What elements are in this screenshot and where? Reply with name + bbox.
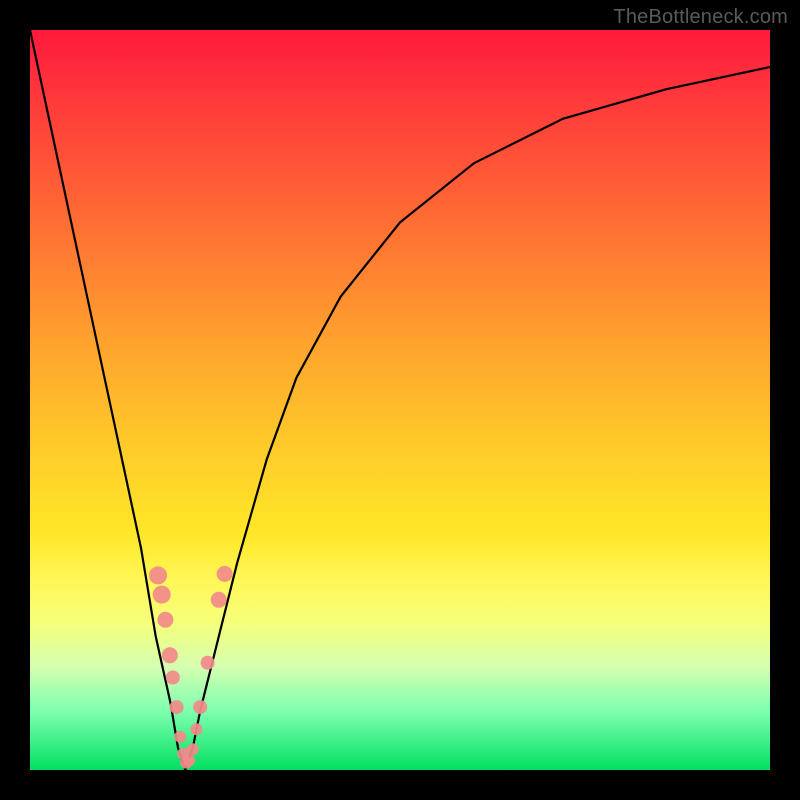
bottleneck-curve	[30, 30, 770, 770]
highlight-dot	[211, 592, 227, 608]
highlight-dot	[183, 754, 195, 766]
highlight-dot	[153, 586, 171, 604]
highlight-dot	[174, 731, 186, 743]
chart-frame: TheBottleneck.com	[0, 0, 800, 800]
highlight-dot	[187, 743, 199, 755]
highlight-dot	[191, 723, 203, 735]
highlight-dot	[166, 671, 180, 685]
plot-area	[30, 30, 770, 770]
highlight-dot	[162, 647, 178, 663]
watermark-text: TheBottleneck.com	[613, 6, 788, 29]
highlight-dot	[201, 656, 215, 670]
highlight-dot	[193, 700, 207, 714]
highlight-dot	[217, 566, 233, 582]
highlight-dot	[157, 612, 173, 628]
highlight-dot	[170, 700, 184, 714]
highlight-dot	[149, 566, 167, 584]
chart-svg	[30, 30, 770, 770]
